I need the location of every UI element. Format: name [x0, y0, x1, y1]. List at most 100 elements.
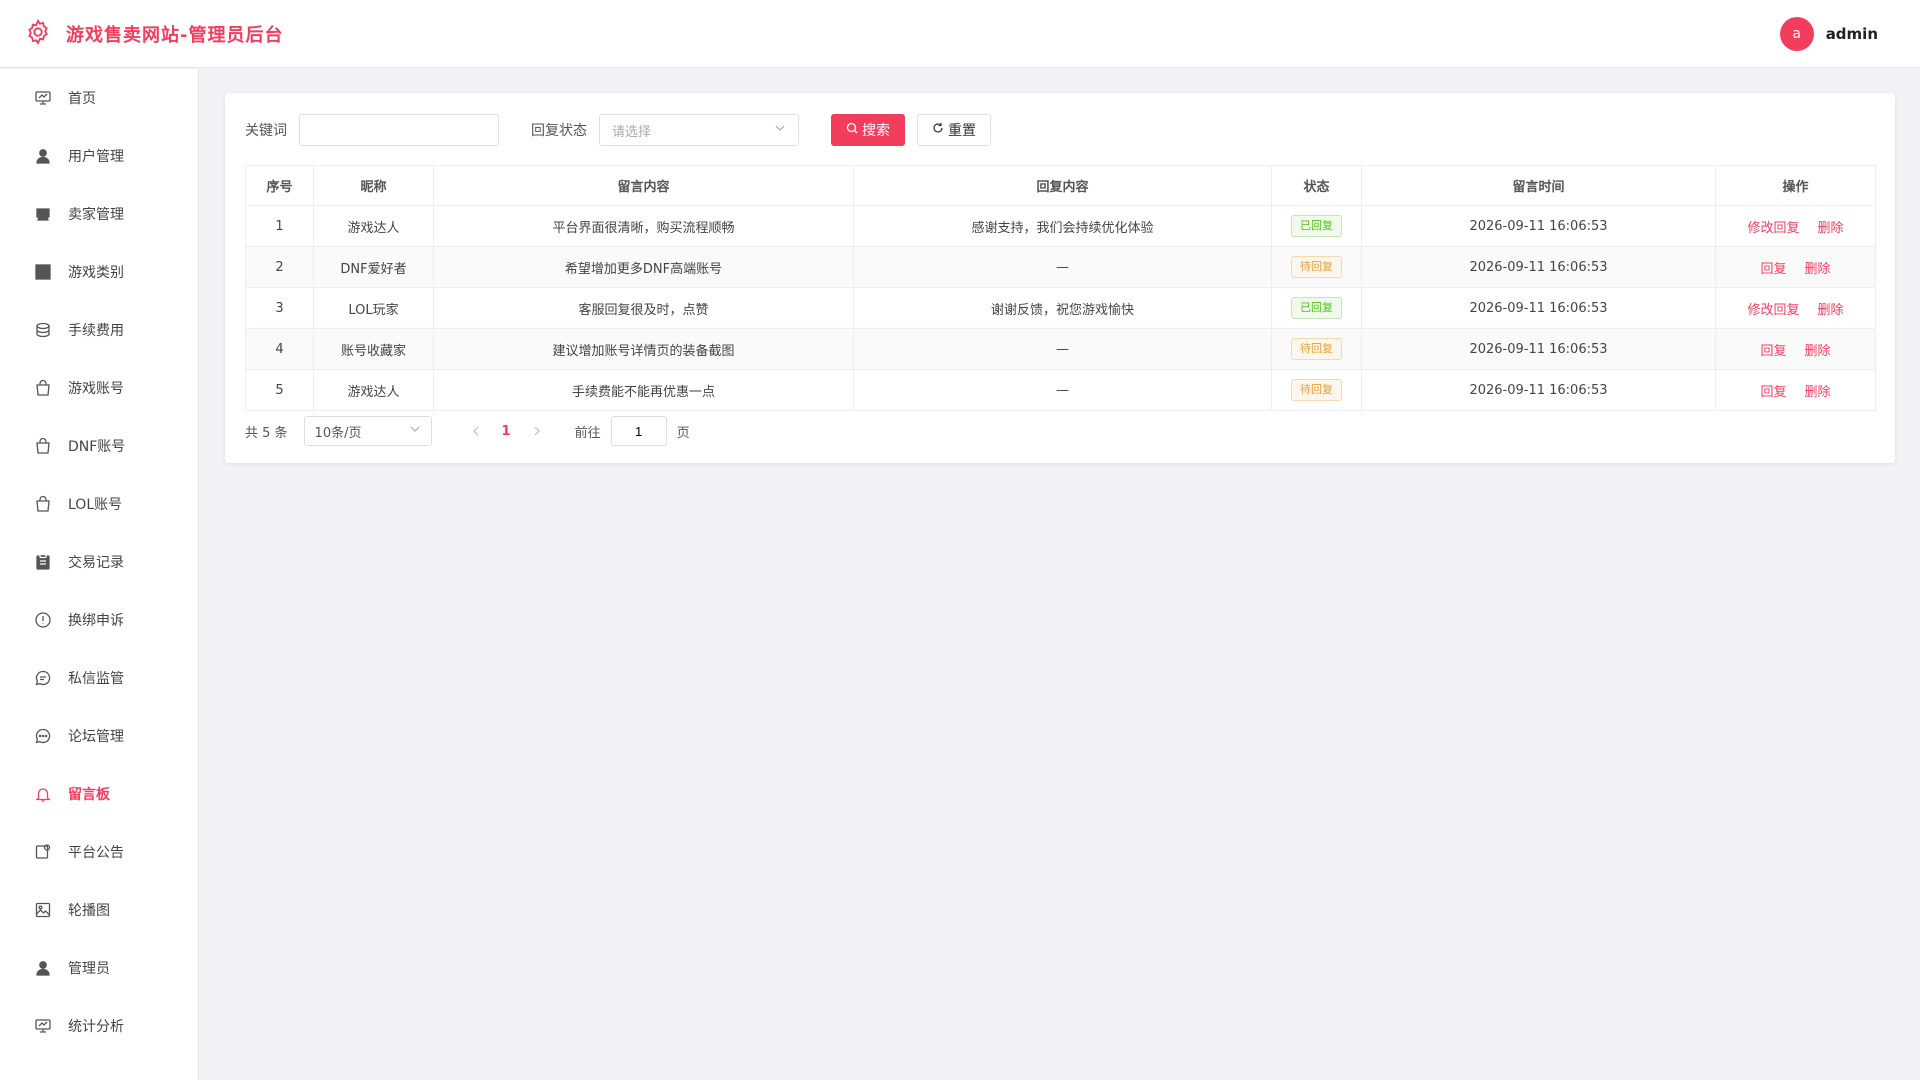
app-title: 游戏售卖网站-管理员后台	[66, 24, 284, 46]
bag-icon	[34, 437, 52, 455]
cell-actions: 回复 删除	[1715, 328, 1876, 370]
bag-icon	[34, 495, 52, 513]
sidebar-item-label: 论坛管理	[68, 729, 124, 745]
cell-id: 4	[245, 328, 314, 370]
sidebar-item-label: 统计分析	[68, 1019, 124, 1035]
chat-icon	[34, 669, 52, 687]
column-header: 操作	[1715, 165, 1876, 206]
clipboard-icon	[34, 553, 52, 571]
cell-reply: —	[853, 328, 1272, 370]
search-bar: 关键词 回复状态 请选择 搜索 重置	[245, 113, 1875, 147]
reply-button[interactable]: 回复	[1760, 385, 1786, 400]
cell-nickname: 游戏达人	[313, 205, 434, 247]
sidebar-item-9[interactable]: 换绑申诉	[0, 591, 198, 649]
delete-button[interactable]: 删除	[1805, 385, 1831, 400]
cell-reply: —	[853, 369, 1272, 411]
sidebar-item-3[interactable]: 游戏类别	[0, 243, 198, 301]
cell-id: 1	[245, 205, 314, 247]
sidebar-item-label: 游戏账号	[68, 381, 124, 397]
keyword-input[interactable]	[299, 114, 499, 146]
sidebar-item-label: 首页	[68, 91, 96, 107]
column-header: 回复内容	[853, 165, 1272, 206]
page-number-current[interactable]: 1	[502, 424, 511, 439]
status-badge: 待回复	[1291, 338, 1342, 360]
sidebar-item-label: 留言板	[68, 787, 110, 803]
sidebar-item-7[interactable]: LOL账号	[0, 475, 198, 533]
column-header: 序号	[245, 165, 314, 206]
cell-status: 待回复	[1271, 369, 1362, 411]
username[interactable]: admin	[1826, 25, 1878, 43]
search-icon	[846, 122, 858, 138]
cell-status: 已回复	[1271, 205, 1362, 247]
column-header: 昵称	[313, 165, 434, 206]
avatar[interactable]: a	[1779, 16, 1814, 51]
user-menu[interactable]: a admin	[1779, 16, 1878, 51]
reply-button[interactable]: 回复	[1760, 262, 1786, 277]
next-page-icon[interactable]	[531, 425, 543, 437]
sidebar-item-4[interactable]: 手续费用	[0, 301, 198, 359]
sidebar-item-14[interactable]: 轮播图	[0, 881, 198, 939]
delete-button[interactable]: 删除	[1818, 303, 1844, 318]
dashboard-icon	[34, 89, 52, 107]
goto-page-input[interactable]	[610, 416, 667, 446]
delete-button[interactable]: 删除	[1805, 262, 1831, 277]
sidebar-item-15[interactable]: 管理员	[0, 939, 198, 997]
sidebar-item-label: 管理员	[68, 961, 110, 977]
sidebar-item-label: 平台公告	[68, 845, 124, 861]
sidebar-item-13[interactable]: 平台公告	[0, 823, 198, 881]
table-row: 2 DNF爱好者 希望增加更多DNF高端账号 — 待回复 2026-09-11 16:06…	[245, 246, 1876, 288]
sidebar-item-label: LOL账号	[68, 497, 123, 513]
warning-icon	[34, 611, 52, 629]
grid-icon	[34, 263, 52, 281]
cell-content: 手续费能不能再优惠一点	[433, 369, 854, 411]
sidebar-item-0[interactable]: 首页	[0, 69, 198, 127]
reply-button[interactable]: 修改回复	[1747, 221, 1799, 236]
chevron-down-icon	[774, 122, 786, 138]
cell-nickname: DNF爱好者	[313, 246, 434, 288]
refresh-icon	[932, 122, 944, 138]
status-select[interactable]: 请选择	[599, 114, 799, 146]
bell-icon	[34, 785, 52, 803]
sidebar-item-8[interactable]: 交易记录	[0, 533, 198, 591]
table-row: 4 账号收藏家 建议增加账号详情页的装备截图 — 待回复 2026-09-11 16:06…	[245, 328, 1876, 370]
sidebar-item-label: 换绑申诉	[68, 613, 124, 629]
pagination: 共 5 条 10条/页 1 前往 页	[245, 415, 1875, 447]
sidebar-item-11[interactable]: 论坛管理	[0, 707, 198, 765]
cell-time: 2026-09-11 16:06:53	[1361, 369, 1716, 411]
admin-icon	[34, 959, 52, 977]
cell-reply: 谢谢反馈，祝您游戏愉快	[853, 287, 1272, 329]
sidebar-item-label: 用户管理	[68, 149, 124, 165]
reply-button[interactable]: 回复	[1760, 344, 1786, 359]
column-header: 留言内容	[433, 165, 854, 206]
sidebar-item-6[interactable]: DNF账号	[0, 417, 198, 475]
message-board-card: 关键词 回复状态 请选择 搜索 重置 序号 昵称 留言内容 回复内容 状态 留言…	[225, 93, 1895, 463]
sidebar-item-label: 游戏类别	[68, 265, 124, 281]
page-size-value: 10条/页	[314, 425, 362, 441]
reply-button[interactable]: 修改回复	[1747, 303, 1799, 318]
page-size-select[interactable]: 10条/页	[303, 416, 432, 446]
gear-icon	[24, 18, 52, 50]
sidebar-item-2[interactable]: 卖家管理	[0, 185, 198, 243]
sidebar-item-10[interactable]: 私信监管	[0, 649, 198, 707]
cell-nickname: 游戏达人	[313, 369, 434, 411]
cell-id: 2	[245, 246, 314, 288]
sidebar-item-5[interactable]: 游戏账号	[0, 359, 198, 417]
delete-button[interactable]: 删除	[1818, 221, 1844, 236]
prev-page-icon[interactable]	[470, 425, 482, 437]
table-row: 5 游戏达人 手续费能不能再优惠一点 — 待回复 2026-09-11 16:06:53 回…	[245, 369, 1876, 411]
sidebar-item-12[interactable]: 留言板	[0, 765, 198, 823]
goto-page: 前往 页	[575, 416, 690, 446]
goto-suffix: 页	[676, 425, 690, 441]
cell-id: 3	[245, 287, 314, 329]
forum-icon	[34, 727, 52, 745]
sidebar-item-1[interactable]: 用户管理	[0, 127, 198, 185]
reset-button[interactable]: 重置	[917, 114, 991, 146]
pagination-total: 共 5 条	[245, 425, 288, 441]
column-header: 状态	[1271, 165, 1362, 206]
search-button[interactable]: 搜索	[831, 114, 905, 146]
sidebar-item-16[interactable]: 统计分析	[0, 997, 198, 1055]
delete-button[interactable]: 删除	[1805, 344, 1831, 359]
seller-icon	[34, 205, 52, 223]
sidebar: 首页用户管理卖家管理游戏类别手续费用游戏账号 DNF账号 LOL账号交易记录换绑申诉…	[0, 69, 199, 1080]
column-header: 留言时间	[1361, 165, 1716, 206]
